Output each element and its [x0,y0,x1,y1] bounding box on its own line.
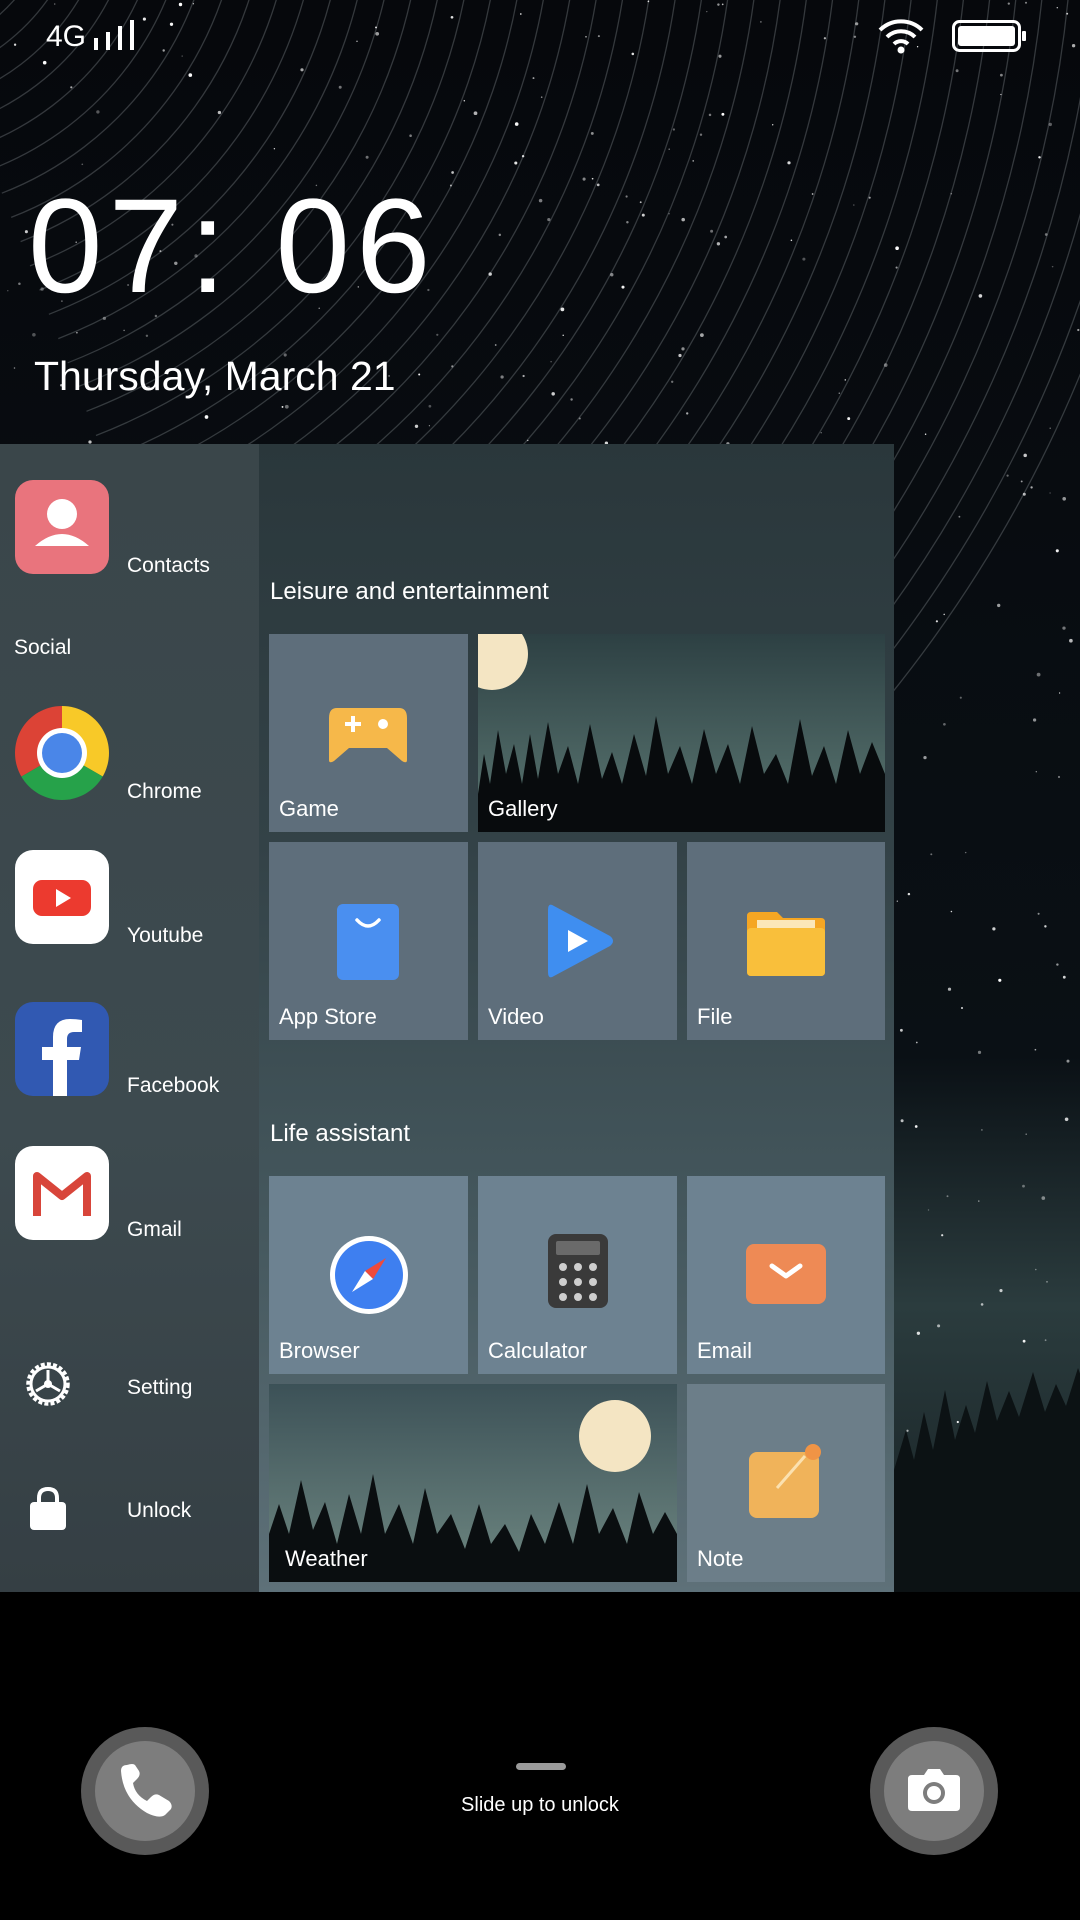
browser-label: Browser [279,1338,360,1363]
note-pencil-icon [749,1444,821,1518]
section-title-leisure: Leisure and entertainment [270,578,549,605]
swipe-handle[interactable] [516,1763,566,1770]
app-panel: Contacts Social Chrome Youtube Facebook … [0,444,894,1592]
camera-button[interactable] [870,1727,998,1855]
file-label: File [697,1004,733,1029]
video-tile[interactable]: Video [478,842,677,1040]
calculator-label: Calculator [488,1338,588,1363]
shopping-bag-icon [337,904,399,980]
setting-label[interactable]: Setting [127,1376,192,1400]
compass-icon [330,1236,408,1314]
email-tile[interactable]: Email [687,1176,885,1374]
status-bar: 4G [0,0,1080,70]
section-title-life: Life assistant [270,1120,411,1147]
browser-tile[interactable]: Browser [269,1176,468,1374]
favorites-sidebar: Contacts Social Chrome Youtube Facebook … [0,444,259,1592]
youtube-app-icon[interactable] [15,850,109,944]
play-icon [548,904,613,978]
person-icon [35,499,89,546]
facebook-app-icon[interactable] [15,1002,109,1096]
gmail-icon [33,1172,91,1216]
gallery-tile[interactable]: Gallery [478,634,885,832]
app-store-tile[interactable]: App Store [269,842,468,1040]
social-header: Social [14,636,72,659]
app-store-label: App Store [279,1004,377,1029]
facebook-icon [42,1019,82,1096]
lock-clock: 07: 06 [28,172,437,321]
chrome-label: Chrome [127,780,202,803]
gmail-label: Gmail [127,1218,182,1241]
game-tile[interactable]: Game [269,634,468,832]
lock-icon[interactable] [22,1482,74,1534]
folder-icon [747,912,825,976]
gear-icon[interactable] [22,1358,74,1410]
youtube-icon [33,880,91,916]
facebook-label: Facebook [127,1074,220,1097]
game-label: Game [279,796,339,821]
chrome-icon [15,706,109,800]
mail-icon [746,1244,826,1304]
gmail-app-icon[interactable] [15,1146,109,1240]
signal-icon [94,20,134,50]
network-type: 4G [46,20,87,53]
calculator-tile[interactable]: Calculator [478,1176,677,1374]
file-tile[interactable]: File [687,842,885,1040]
calculator-icon [548,1234,608,1308]
contacts-app-icon[interactable] [15,480,109,574]
video-label: Video [488,1004,544,1029]
note-label: Note [697,1546,744,1571]
phone-button[interactable] [81,1727,209,1855]
email-label: Email [697,1338,753,1363]
unlock-label[interactable]: Unlock [127,1499,191,1523]
weather-tile[interactable]: Weather [269,1384,677,1582]
gamepad-icon [329,708,407,763]
gallery-label: Gallery [488,796,558,821]
slide-to-unlock-text: Slide up to unlock [461,1794,619,1816]
lock-date: Thursday, March 21 [34,353,396,399]
note-tile[interactable]: Note [687,1384,885,1582]
chrome-app-icon[interactable] [15,706,109,800]
weather-label: Weather [285,1546,368,1571]
wifi-icon [878,19,924,54]
youtube-label: Youtube [127,924,204,947]
contacts-label: Contacts [127,554,210,577]
battery-icon [952,20,1026,52]
